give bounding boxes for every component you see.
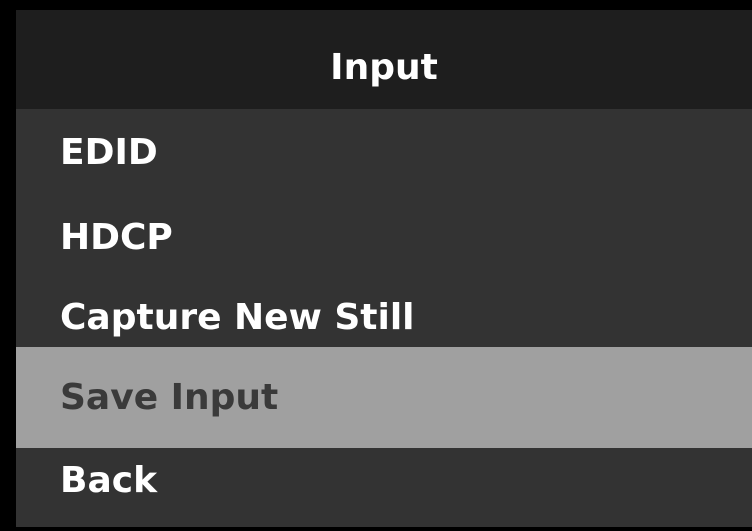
menu-title: Input — [330, 47, 438, 88]
menu-header: Input — [16, 10, 752, 109]
menu-item-save-input[interactable]: Save Input — [16, 347, 752, 448]
menu-list: EDID HDCP Capture New Still Save Input B… — [16, 109, 752, 527]
menu-screen: Input EDID HDCP Capture New Still Save I… — [16, 10, 752, 527]
menu-item-edid[interactable]: EDID — [16, 109, 752, 196]
menu-item-back[interactable]: Back — [16, 448, 752, 527]
device-frame: Input EDID HDCP Capture New Still Save I… — [0, 0, 752, 531]
menu-item-hdcp[interactable]: HDCP — [16, 196, 752, 279]
menu-item-capture-new-still[interactable]: Capture New Still — [16, 279, 752, 347]
